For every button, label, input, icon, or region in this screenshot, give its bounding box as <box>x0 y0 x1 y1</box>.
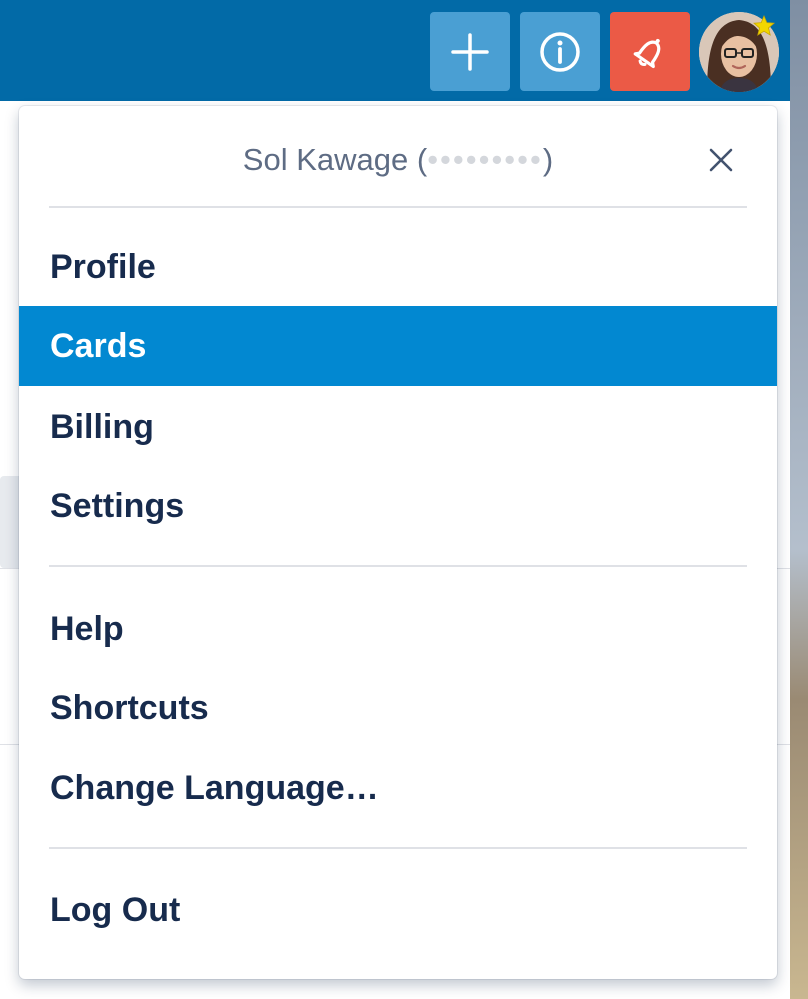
menu-divider <box>49 847 747 849</box>
menu-item-settings[interactable]: Settings <box>19 466 777 546</box>
info-icon <box>540 31 580 72</box>
plus-icon <box>451 32 489 71</box>
username-open-paren: ( <box>416 142 428 177</box>
popover-title: Sol Kawage (•••••••••) <box>19 140 777 180</box>
menu-item-log-out[interactable]: Log Out <box>19 870 777 950</box>
close-icon <box>709 148 733 172</box>
menu-item-cards[interactable]: Cards <box>19 306 777 386</box>
menu-item-billing[interactable]: Billing <box>19 387 777 467</box>
top-header-bar <box>0 0 790 101</box>
background-image-strip <box>790 0 808 999</box>
info-button[interactable] <box>520 12 600 91</box>
account-menu-popover: Sol Kawage (•••••••••) Profile Cards Bil… <box>19 106 777 979</box>
menu-divider <box>49 565 747 567</box>
star-icon <box>750 12 778 40</box>
create-button[interactable] <box>430 12 510 91</box>
menu-item-help[interactable]: Help <box>19 589 777 669</box>
close-button[interactable] <box>705 144 737 176</box>
username-close-paren: ) <box>542 142 554 177</box>
username-redacted: ••••••••• <box>427 142 543 177</box>
menu-item-change-language[interactable]: Change Language… <box>19 748 777 828</box>
member-name: Sol Kawage <box>242 142 409 177</box>
notifications-button[interactable] <box>610 12 690 91</box>
menu-item-profile[interactable]: Profile <box>19 227 777 307</box>
bell-icon <box>633 38 661 68</box>
menu-divider <box>49 206 747 208</box>
menu-item-shortcuts[interactable]: Shortcuts <box>19 668 777 748</box>
